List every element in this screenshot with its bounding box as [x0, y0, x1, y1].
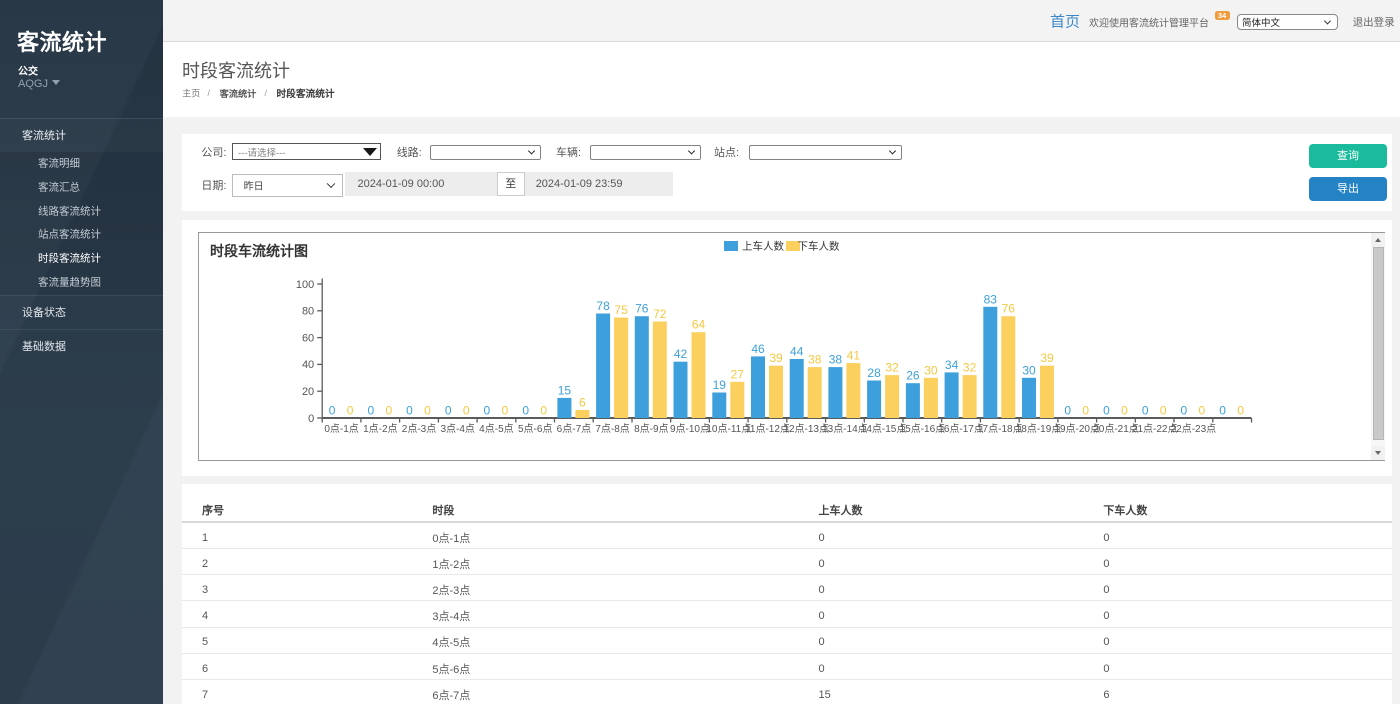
svg-text:20: 20 — [302, 386, 314, 398]
svg-text:38: 38 — [829, 352, 843, 366]
svg-text:0: 0 — [1064, 403, 1071, 417]
svg-text:22点-23点: 22点-23点 — [1170, 422, 1216, 434]
svg-text:19: 19 — [712, 378, 726, 392]
svg-text:1点-2点: 1点-2点 — [363, 422, 397, 434]
svg-text:0: 0 — [308, 412, 314, 424]
svg-text:27: 27 — [730, 367, 744, 381]
svg-text:40: 40 — [302, 359, 314, 371]
svg-text:32: 32 — [885, 360, 899, 374]
svg-text:15: 15 — [558, 383, 572, 397]
svg-text:8点-9点: 8点-9点 — [634, 422, 668, 434]
svg-text:34: 34 — [945, 357, 959, 371]
svg-text:0: 0 — [540, 403, 547, 417]
svg-text:0: 0 — [445, 403, 452, 417]
svg-text:30: 30 — [1022, 363, 1036, 377]
svg-text:38: 38 — [808, 352, 822, 366]
svg-text:4点-5点: 4点-5点 — [479, 422, 513, 434]
svg-text:76: 76 — [1001, 301, 1015, 315]
svg-text:0: 0 — [1160, 403, 1167, 417]
svg-text:28: 28 — [867, 366, 881, 380]
svg-text:76: 76 — [635, 301, 649, 315]
svg-text:83: 83 — [983, 292, 997, 306]
svg-text:78: 78 — [596, 299, 610, 313]
svg-text:0: 0 — [1180, 403, 1187, 417]
svg-text:9点-10点: 9点-10点 — [670, 422, 710, 434]
svg-text:0: 0 — [501, 403, 508, 417]
svg-text:0: 0 — [1121, 403, 1128, 417]
svg-text:60: 60 — [302, 332, 314, 344]
svg-text:44: 44 — [790, 344, 804, 358]
svg-text:5点-6点: 5点-6点 — [518, 422, 552, 434]
svg-text:6: 6 — [579, 395, 586, 409]
svg-text:0: 0 — [406, 403, 413, 417]
svg-text:64: 64 — [692, 317, 706, 331]
svg-text:0: 0 — [1142, 403, 1149, 417]
svg-text:3点-4点: 3点-4点 — [440, 422, 474, 434]
svg-text:46: 46 — [751, 341, 765, 355]
svg-text:100: 100 — [296, 278, 314, 290]
svg-text:0点-1点: 0点-1点 — [324, 422, 358, 434]
svg-text:39: 39 — [769, 351, 783, 365]
svg-text:41: 41 — [847, 348, 861, 362]
svg-text:0: 0 — [367, 403, 374, 417]
svg-text:0: 0 — [1219, 403, 1226, 417]
svg-text:7点-8点: 7点-8点 — [595, 422, 629, 434]
svg-text:0: 0 — [329, 403, 336, 417]
svg-text:80: 80 — [302, 305, 314, 317]
svg-text:0: 0 — [1198, 403, 1205, 417]
svg-text:32: 32 — [963, 360, 977, 374]
svg-text:0: 0 — [347, 403, 354, 417]
svg-text:75: 75 — [614, 303, 628, 317]
svg-text:6点-7点: 6点-7点 — [556, 422, 590, 434]
svg-text:0: 0 — [1103, 403, 1110, 417]
svg-text:72: 72 — [653, 307, 667, 321]
svg-text:0: 0 — [463, 403, 470, 417]
svg-text:2点-3点: 2点-3点 — [402, 422, 436, 434]
svg-text:42: 42 — [674, 347, 688, 361]
svg-text:30: 30 — [924, 363, 938, 377]
svg-text:0: 0 — [483, 403, 490, 417]
svg-text:0: 0 — [1082, 403, 1089, 417]
svg-text:39: 39 — [1040, 351, 1054, 365]
svg-text:0: 0 — [424, 403, 431, 417]
svg-text:26: 26 — [906, 368, 920, 382]
svg-text:0: 0 — [385, 403, 392, 417]
svg-text:0: 0 — [1237, 403, 1244, 417]
svg-text:0: 0 — [522, 403, 529, 417]
